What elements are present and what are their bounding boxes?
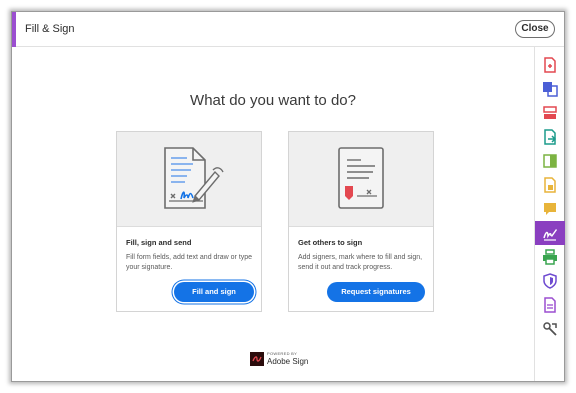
fill-sign-card[interactable]: Fill, sign and send Fill form fields, ad… — [116, 131, 262, 312]
scan-icon[interactable] — [539, 174, 561, 196]
combine-files-icon[interactable] — [539, 78, 561, 100]
protect-icon[interactable] — [539, 270, 561, 292]
print-production-icon[interactable] — [539, 246, 561, 268]
more-tools-icon[interactable] — [539, 318, 561, 340]
tools-rail — [534, 47, 565, 381]
powered-by-adobe-sign: POWERED BY Adobe Sign — [250, 349, 310, 371]
document-sign-icon — [164, 147, 224, 209]
fill-sign-icon[interactable] — [535, 221, 565, 245]
create-pdf-icon[interactable] — [539, 54, 561, 76]
close-button[interactable]: Close — [515, 20, 555, 38]
fill-and-sign-button[interactable]: Fill and sign — [174, 282, 254, 302]
card-description: Fill form fields, add text and draw or t… — [126, 254, 253, 271]
window-title: Fill & Sign — [25, 23, 75, 35]
tool-accent-strip — [12, 12, 16, 47]
powered-by-label: POWERED BY — [267, 351, 298, 356]
request-signatures-card[interactable]: Get others to sign Add signers, mark whe… — [288, 131, 434, 312]
organize-pages-icon[interactable] — [539, 102, 561, 124]
export-pdf-icon[interactable] — [539, 126, 561, 148]
document-signer-icon — [338, 147, 384, 209]
card-description: Add signers, mark where to fill and sign… — [298, 254, 423, 271]
request-signatures-illustration — [289, 132, 433, 227]
card-title: Fill, sign and send — [126, 238, 192, 247]
title-bar: Fill & Sign Close — [12, 12, 564, 47]
page-question: What do you want to do? — [190, 92, 356, 109]
fill-sign-illustration — [117, 132, 261, 227]
request-signatures-button[interactable]: Request signatures — [327, 282, 425, 302]
send-for-signature-icon[interactable] — [539, 294, 561, 316]
edit-pdf-icon[interactable] — [539, 150, 561, 172]
comment-icon[interactable] — [539, 198, 561, 220]
adobe-sign-logo-icon — [250, 352, 264, 366]
brand-name: Adobe Sign — [267, 357, 309, 366]
card-title: Get others to sign — [298, 238, 363, 247]
fill-sign-window: Fill & Sign Close What do you want to do… — [11, 11, 565, 382]
